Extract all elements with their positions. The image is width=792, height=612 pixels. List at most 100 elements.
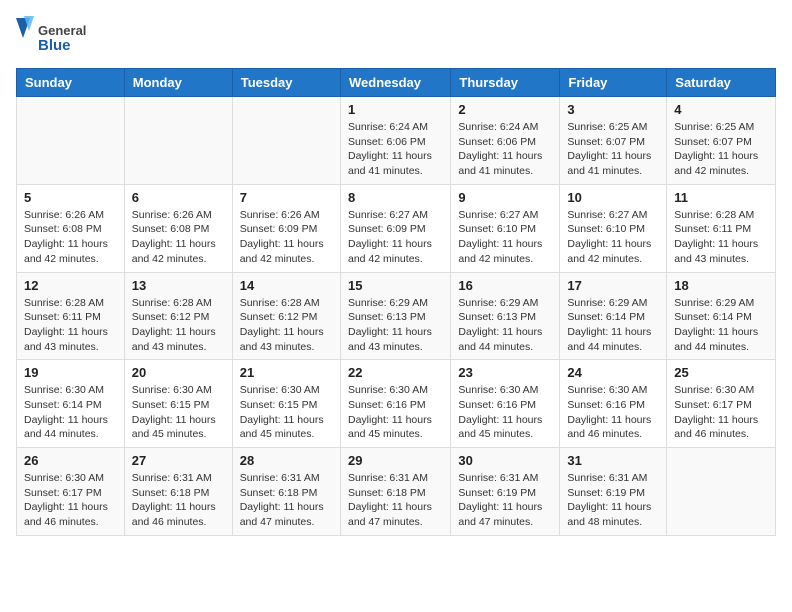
calendar-cell: 22Sunrise: 6:30 AMSunset: 6:16 PMDayligh… [340,360,450,448]
daylight-hours: Daylight: 11 hours and 45 minutes. [458,414,542,441]
day-info: Sunrise: 6:31 AMSunset: 6:19 PMDaylight:… [458,471,552,530]
day-number: 16 [458,278,552,293]
sunrise-time: Sunrise: 6:30 AM [458,384,538,396]
calendar-cell [667,448,776,536]
sunset-time: Sunset: 6:16 PM [567,399,645,411]
day-info: Sunrise: 6:27 AMSunset: 6:09 PMDaylight:… [348,208,443,267]
sunset-time: Sunset: 6:16 PM [458,399,536,411]
logo-svg: General Blue [16,16,96,60]
day-number: 30 [458,453,552,468]
calendar-cell: 18Sunrise: 6:29 AMSunset: 6:14 PMDayligh… [667,272,776,360]
calendar-cell: 5Sunrise: 6:26 AMSunset: 6:08 PMDaylight… [17,184,125,272]
day-number: 6 [132,190,225,205]
daylight-hours: Daylight: 11 hours and 47 minutes. [348,501,432,528]
day-info: Sunrise: 6:30 AM Sunset: 6:16 PM Daylight:… [458,383,552,442]
calendar-cell: 1Sunrise: 6:24 AMSunset: 6:06 PMDaylight… [340,97,450,185]
day-info: Sunrise: 6:29 AM Sunset: 6:13 PM Daylight:… [348,296,443,355]
sunrise-time: Sunrise: 6:28 AM [24,297,104,309]
day-info: Sunrise: 6:29 AMSunset: 6:14 PMDaylight:… [567,296,659,355]
daylight-hours: Daylight: 11 hours and 43 minutes. [24,326,108,353]
daylight-hours: Daylight: 11 hours and 43 minutes. [348,326,432,353]
weekday-header-tuesday: Tuesday [232,69,340,97]
sunset-time: Sunset: 6:08 PM [132,223,210,235]
sunset-time: Sunset: 6:13 PM [348,311,426,323]
day-info: Sunrise: 6:31 AMSunset: 6:18 PMDaylight:… [240,471,333,530]
day-info: Sunrise: 6:28 AMSunset: 6:12 PMDaylight:… [132,296,225,355]
sunrise-time: Sunrise: 6:29 AM [348,297,428,309]
sunrise-time: Sunrise: 6:26 AM [132,209,212,221]
sunset-time: Sunset: 6:15 PM [240,399,318,411]
day-number: 27 [132,453,225,468]
sunset-time: Sunset: 6:18 PM [132,487,210,499]
day-number: 24 [567,365,659,380]
day-info: Sunrise: 6:30 AMSunset: 6:14 PMDaylight:… [24,383,117,442]
calendar-week-row: 26 Sunrise: 6:30 AMSunset: 6:17 PMDayligh… [17,448,776,536]
calendar-cell: 17 Sunrise: 6:29 AMSunset: 6:14 PMDayligh… [560,272,667,360]
sunrise-time: Sunrise: 6:31 AM [240,472,320,484]
daylight-hours: Daylight: 11 hours and 43 minutes. [240,326,324,353]
sunset-time: Sunset: 6:14 PM [674,311,752,323]
day-info: Sunrise: 6:26 AMSunset: 6:09 PMDaylight:… [240,208,333,267]
day-number: 11 [674,190,768,205]
daylight-hours: Daylight: 11 hours and 42 minutes. [24,238,108,265]
day-info: Sunrise: 6:24 AMSunset: 6:06 PMDaylight:… [458,120,552,179]
calendar-cell: 21Sunrise: 6:30 AMSunset: 6:15 PMDayligh… [232,360,340,448]
calendar-cell: 7Sunrise: 6:26 AMSunset: 6:09 PMDaylight… [232,184,340,272]
weekday-header-wednesday: Wednesday [340,69,450,97]
sunset-time: Sunset: 6:16 PM [348,399,426,411]
calendar-cell: 20Sunrise: 6:30 AMSunset: 6:15 PMDayligh… [124,360,232,448]
day-info: Sunrise: 6:27 AMSunset: 6:10 PMDaylight:… [458,208,552,267]
day-number: 5 [24,190,117,205]
calendar-cell: 19Sunrise: 6:30 AMSunset: 6:14 PMDayligh… [17,360,125,448]
day-number: 13 [132,278,225,293]
sunrise-time: Sunrise: 6:29 AM [567,297,647,309]
calendar-cell: 10Sunrise: 6:27 AMSunset: 6:10 PMDayligh… [560,184,667,272]
sunset-time: Sunset: 6:14 PM [24,399,102,411]
sunset-time: Sunset: 6:17 PM [674,399,752,411]
sunset-time: Sunset: 6:11 PM [24,311,101,323]
sunrise-time: Sunrise: 6:31 AM [567,472,647,484]
day-number: 1 [348,102,443,117]
calendar-cell: 23 Sunrise: 6:30 AM Sunset: 6:16 PM Dayligh… [451,360,560,448]
sunrise-time: Sunrise: 6:30 AM [348,384,428,396]
day-number: 15 [348,278,443,293]
day-number: 28 [240,453,333,468]
sunrise-time: Sunrise: 6:31 AM [348,472,428,484]
day-number: 29 [348,453,443,468]
day-number: 25 [674,365,768,380]
daylight-hours: Daylight: 11 hours and 48 minutes. [567,501,651,528]
sunset-time: Sunset: 6:17 PM [24,487,102,499]
day-number: 4 [674,102,768,117]
day-number: 21 [240,365,333,380]
sunset-time: Sunset: 6:10 PM [567,223,645,235]
day-info: Sunrise: 6:30 AMSunset: 6:15 PMDaylight:… [132,383,225,442]
daylight-hours: Daylight: 11 hours and 43 minutes. [674,238,758,265]
sunset-time: Sunset: 6:06 PM [458,136,536,148]
day-number: 26 [24,453,117,468]
daylight-hours: Daylight: 11 hours and 46 minutes. [674,414,758,441]
calendar-cell: 30 Sunrise: 6:31 AMSunset: 6:19 PMDayligh… [451,448,560,536]
weekday-header-monday: Monday [124,69,232,97]
day-number: 9 [458,190,552,205]
daylight-hours: Daylight: 11 hours and 42 minutes. [240,238,324,265]
sunrise-time: Sunrise: 6:31 AM [458,472,538,484]
daylight-hours: Daylight: 11 hours and 42 minutes. [567,238,651,265]
calendar-cell [232,97,340,185]
day-info: Sunrise: 6:30 AMSunset: 6:17 PMDaylight:… [24,471,117,530]
day-number: 17 [567,278,659,293]
day-info: Sunrise: 6:28 AMSunset: 6:12 PMDaylight:… [240,296,333,355]
day-number: 8 [348,190,443,205]
calendar-cell [17,97,125,185]
sunrise-time: Sunrise: 6:24 AM [348,121,428,133]
day-info: Sunrise: 6:29 AMSunset: 6:13 PMDaylight:… [458,296,552,355]
calendar-cell: 24Sunrise: 6:30 AMSunset: 6:16 PMDayligh… [560,360,667,448]
calendar-cell: 13 Sunrise: 6:28 AMSunset: 6:12 PMDayligh… [124,272,232,360]
day-number: 23 [458,365,552,380]
day-info: Sunrise: 6:29 AMSunset: 6:14 PMDaylight:… [674,296,768,355]
daylight-hours: Daylight: 11 hours and 44 minutes. [458,326,542,353]
calendar-cell [124,97,232,185]
daylight-hours: Daylight: 11 hours and 44 minutes. [567,326,651,353]
daylight-hours: Daylight: 11 hours and 46 minutes. [132,501,216,528]
sunset-time: Sunset: 6:12 PM [132,311,210,323]
day-number: 2 [458,102,552,117]
